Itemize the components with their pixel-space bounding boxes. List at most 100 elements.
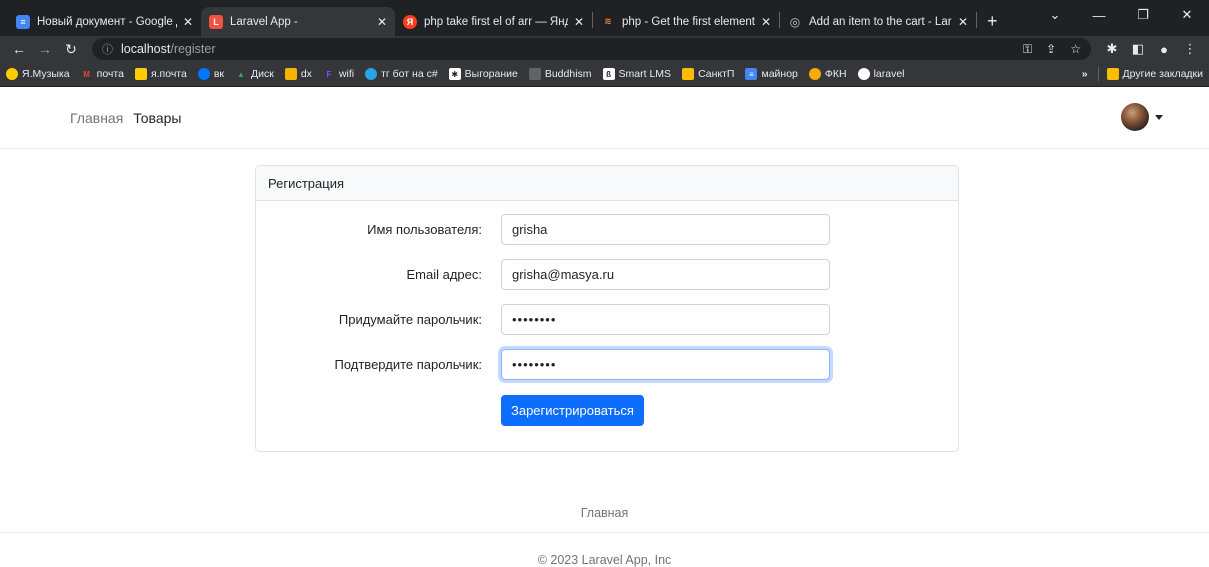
back-icon[interactable]: ← <box>6 41 32 57</box>
github-icon <box>857 68 870 80</box>
bookmark-label: Buddhism <box>544 68 592 80</box>
close-icon[interactable]: ✕ <box>958 15 968 29</box>
bookmark-label: тг бот на c# <box>381 68 438 80</box>
page-content: Главная Товары Регистрация Имя пользоват… <box>0 87 1209 567</box>
close-icon[interactable]: ✕ <box>761 15 771 29</box>
bookmark-label: почта <box>96 68 124 80</box>
window-close-icon[interactable]: ✕ <box>1165 7 1209 23</box>
new-tab-button[interactable]: + <box>977 7 1008 36</box>
extensions-icon[interactable]: ✱ <box>1099 41 1125 57</box>
bookmark-label: Smart LMS <box>618 68 672 80</box>
tab-title: Laravel App - <box>230 15 298 28</box>
yandex-music-icon <box>6 68 18 80</box>
google-docs-icon: ≡ <box>745 68 758 80</box>
register-button[interactable]: Зарегистрироваться <box>501 395 644 426</box>
close-icon[interactable]: ✕ <box>183 15 193 29</box>
email-field[interactable] <box>501 259 830 290</box>
bookmark-star-icon[interactable]: ☆ <box>1070 42 1081 57</box>
tab-google-docs[interactable]: ≡ Новый документ - Google Док ✕ <box>8 7 201 36</box>
email-row: Email адрес: <box>256 259 958 290</box>
nav-link-home[interactable]: Главная <box>70 110 123 126</box>
globe-icon: ◎ <box>789 14 801 29</box>
profile-icon[interactable]: ● <box>1151 42 1177 57</box>
dx-icon <box>284 68 297 80</box>
footer-divider <box>0 532 1209 533</box>
address-toolbar: ← → ↻ ⓘ localhost/register ⚿ ⇪ ☆ ✱ ◧ ● ⋮ <box>0 36 1209 62</box>
menu-icon[interactable]: ⋮ <box>1177 41 1203 57</box>
bookmark-label: wifi <box>338 68 355 80</box>
yandex-icon: Я <box>403 14 417 29</box>
restore-icon[interactable]: ❐ <box>1121 7 1165 23</box>
tab-title: php - Get the first element of ar <box>622 15 755 28</box>
bookmark-label: СанктП <box>698 68 735 80</box>
share-icon[interactable]: ⇪ <box>1046 42 1056 57</box>
notion-icon: ✱ <box>448 68 461 80</box>
bookmark-label: Выгорание <box>464 68 518 80</box>
bookmark-label: ФКН <box>824 68 847 80</box>
footer-home-link[interactable]: Главная <box>0 506 1209 520</box>
google-drive-icon: ▲ <box>237 69 245 79</box>
avatar[interactable] <box>1121 103 1149 131</box>
tab-yandex-search[interactable]: Я php take first el of arr — Яндек ✕ <box>395 7 592 36</box>
user-menu[interactable] <box>1121 103 1163 131</box>
bookmark-label: Я.Музыка <box>22 68 70 80</box>
side-panel-icon[interactable]: ◧ <box>1125 41 1151 57</box>
wifi-icon: F <box>326 69 332 79</box>
bookmark-buddhism[interactable]: Buddhism <box>528 68 592 80</box>
tab-laravel-cart[interactable]: ◎ Add an item to the cart - Larave ✕ <box>780 7 976 36</box>
bookmark-tgbot[interactable]: тг бот на c# <box>365 68 438 80</box>
bookmark-label: вк <box>213 68 225 80</box>
folder-icon <box>528 68 541 80</box>
gmail-icon: M <box>83 69 90 79</box>
close-icon[interactable]: ✕ <box>574 15 584 29</box>
bookmark-vk[interactable]: вк <box>197 68 225 80</box>
password-field[interactable] <box>501 304 830 335</box>
url-input[interactable]: ⓘ localhost/register ⚿ ⇪ ☆ <box>92 38 1091 60</box>
password-confirm-field[interactable] <box>501 349 830 380</box>
bookmark-laravel[interactable]: laravel <box>857 68 905 80</box>
password-confirm-row: Подтвердите парольчик: <box>256 349 958 380</box>
bookmark-minor[interactable]: ≡ майнор <box>745 68 798 80</box>
tab-title: php take first el of arr — Яндек <box>424 15 568 28</box>
more-bookmarks-button[interactable]: » <box>1082 68 1088 80</box>
site-info-icon[interactable]: ⓘ <box>102 41 113 57</box>
folder-icon <box>1106 68 1119 80</box>
browser-tab-strip: ≡ Новый документ - Google Док ✕ L Larave… <box>0 0 1209 36</box>
close-icon[interactable]: ✕ <box>377 15 387 29</box>
bookmark-gmail[interactable]: Mпочта <box>81 68 124 80</box>
window-controls: ⌄ — ❐ ✕ <box>1033 0 1209 30</box>
copyright-text: © 2023 Laravel App, Inc <box>537 553 672 567</box>
bookmark-smartlms[interactable]: ß Smart LMS <box>602 68 672 80</box>
registration-card: Регистрация Имя пользователя: Email адре… <box>255 165 959 452</box>
bookmark-label: Диск <box>251 68 274 80</box>
tab-stackoverflow[interactable]: ≋ php - Get the first element of ar ✕ <box>593 7 779 36</box>
card-title: Регистрация <box>256 166 958 201</box>
site-navbar: Главная Товары <box>0 87 1209 149</box>
telegram-icon <box>365 68 378 80</box>
bookmarks-bar: Я.Музыка Mпочта я.почта вк ▲ Диск dx Fwif… <box>0 62 1209 87</box>
bookmark-separator <box>1097 67 1099 81</box>
password-confirm-label: Подтвердите парольчик: <box>334 357 482 372</box>
tab-laravel-app[interactable]: L Laravel App - ✕ <box>201 7 395 36</box>
bookmark-burnout[interactable]: ✱ Выгорание <box>448 68 518 80</box>
tab-search-icon[interactable]: ⌄ <box>1033 7 1077 23</box>
minimize-icon[interactable]: — <box>1077 8 1121 23</box>
forward-icon[interactable]: → <box>32 41 58 57</box>
bookmark-label: laravel <box>873 68 905 80</box>
bookmark-wifi[interactable]: Fwifi <box>323 68 354 80</box>
other-bookmarks[interactable]: Другие закладки <box>1106 68 1203 80</box>
bookmark-dx[interactable]: dx <box>284 68 312 80</box>
bookmark-yamusic[interactable]: Я.Музыка <box>6 68 70 80</box>
chevron-down-icon[interactable] <box>1155 114 1163 120</box>
bookmark-label: я.почта <box>150 68 187 80</box>
username-row: Имя пользователя: <box>256 214 958 245</box>
password-key-icon[interactable]: ⚿ <box>1023 42 1032 57</box>
bookmark-drive[interactable]: ▲ Диск <box>235 68 274 80</box>
nav-link-goods[interactable]: Товары <box>133 110 181 126</box>
reload-icon[interactable]: ↻ <box>58 41 84 58</box>
bookmark-label: майнор <box>761 68 798 80</box>
bookmark-fkn[interactable]: ФКН <box>808 68 847 80</box>
username-field[interactable] <box>501 214 830 245</box>
bookmark-spb[interactable]: СанктП <box>682 68 734 80</box>
bookmark-yamail[interactable]: я.почта <box>134 68 187 80</box>
